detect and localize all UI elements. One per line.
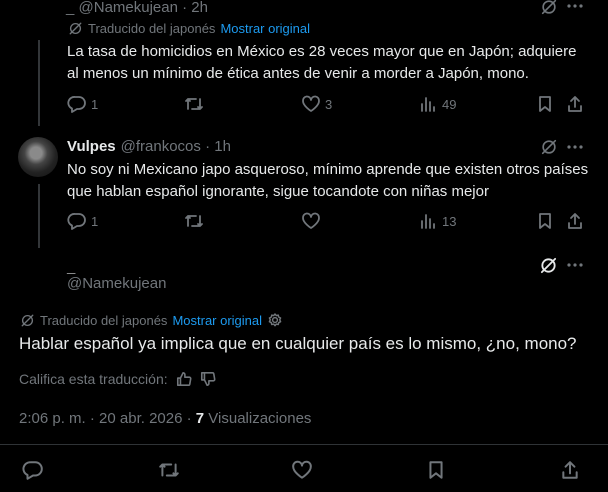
reply-count: 1 — [91, 213, 99, 229]
share-icon[interactable] — [566, 95, 584, 113]
reply-icon[interactable] — [22, 460, 44, 480]
tweet-text: No soy ni Mexicano japo asqueroso, mínim… — [67, 161, 589, 200]
rate-translation-label: Califica esta traducción: — [19, 371, 168, 387]
views-button[interactable]: 49 — [418, 95, 456, 113]
tweet-text: La tasa de homicidios en México es 28 ve… — [67, 43, 577, 82]
views-icon — [421, 97, 435, 112]
retweet-button[interactable] — [184, 95, 204, 113]
thread-line — [38, 184, 40, 248]
like-button[interactable]: 3 — [301, 95, 332, 113]
like-icon — [302, 95, 320, 112]
author-name[interactable]: Vulpes — [67, 137, 116, 157]
like-icon[interactable] — [291, 460, 313, 480]
reply-button[interactable]: 1 — [67, 212, 98, 230]
translation-row: Traducido del japonés Mostrar original — [20, 312, 283, 328]
like-button[interactable] — [301, 212, 321, 230]
translate-icon — [69, 22, 82, 35]
grok-icon[interactable] — [539, 0, 559, 16]
gear-icon[interactable] — [267, 312, 283, 328]
grok-icon[interactable] — [539, 138, 559, 156]
reply-button[interactable]: 1 — [67, 95, 98, 113]
main-tweet-text: Hablar español ya implica que en cualqui… — [19, 334, 577, 353]
tweet-timestamp[interactable]: 2:06 p. m. · 20 abr. 2026 · 7 Visualizac… — [19, 409, 311, 429]
more-dots-icon[interactable] — [566, 0, 584, 13]
divider — [0, 444, 608, 445]
author-handle-time[interactable]: @frankocos · 1h — [121, 137, 231, 157]
author-handle[interactable]: @Namekujean — [67, 274, 166, 294]
like-icon — [302, 212, 320, 229]
grok-icon[interactable] — [538, 256, 559, 275]
bookmark-icon[interactable] — [426, 460, 446, 480]
avatar[interactable] — [18, 137, 58, 177]
retweet-icon[interactable] — [158, 460, 180, 480]
reply-count: 1 — [91, 96, 99, 112]
views-count: 13 — [442, 213, 457, 229]
timestamp-text: 2:06 p. m. · 20 abr. 2026 · — [19, 410, 196, 427]
translated-label: Traducido del japonés — [88, 21, 216, 36]
show-original-link[interactable]: Mostrar original — [172, 313, 262, 328]
translate-icon — [21, 314, 34, 326]
views-icon — [421, 214, 435, 229]
thread-line — [38, 40, 40, 126]
more-dots-icon[interactable] — [566, 140, 584, 154]
bookmark-icon[interactable] — [536, 212, 554, 230]
retweet-icon — [185, 215, 203, 227]
show-original-link[interactable]: Mostrar original — [220, 21, 310, 36]
reply-icon — [67, 213, 86, 230]
views-count: 7 — [195, 410, 205, 427]
views-button[interactable]: 13 — [418, 212, 456, 230]
retweet-icon — [185, 98, 203, 110]
share-icon[interactable] — [560, 460, 580, 480]
like-count: 3 — [325, 96, 333, 112]
bookmark-icon[interactable] — [536, 95, 554, 113]
translated-label: Traducido del japonés — [40, 312, 168, 328]
tweet-author-line[interactable]: _ @Namekujean · 2h — [66, 0, 208, 18]
tweet-author-line[interactable]: Vulpes @frankocos · 1h — [67, 137, 231, 157]
retweet-button[interactable] — [184, 212, 204, 230]
reply-icon — [67, 96, 86, 113]
translation-row: Traducido del japonés Mostrar original — [68, 21, 310, 36]
views-count: 49 — [442, 96, 457, 112]
rate-translation-row: Califica esta traducción: — [19, 371, 216, 387]
share-icon[interactable] — [566, 212, 584, 230]
thumbs-up-icon[interactable] — [176, 371, 192, 387]
views-label: Visualizaciones — [204, 410, 312, 427]
more-dots-icon[interactable] — [566, 258, 584, 272]
thumbs-down-icon[interactable] — [200, 371, 216, 387]
